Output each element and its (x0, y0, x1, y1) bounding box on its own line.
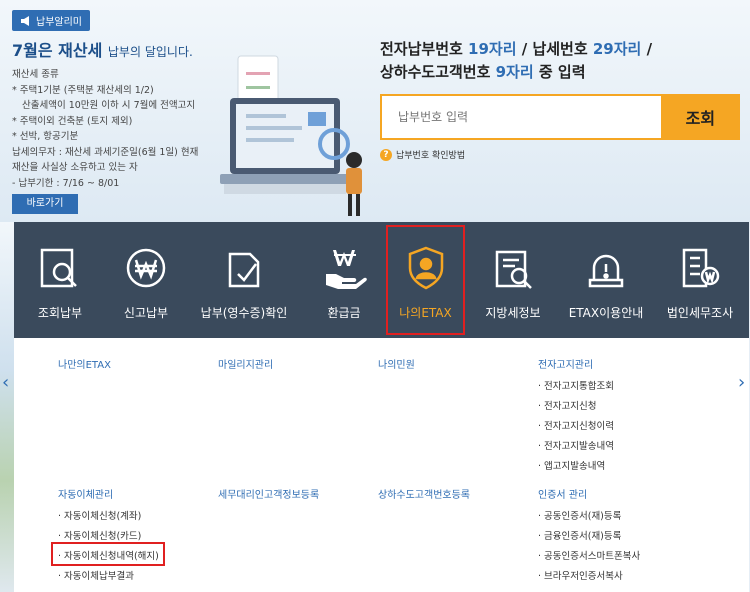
chevron-left-icon[interactable]: ‹ (2, 372, 9, 393)
notice-line: * 선박, 항공기분 (12, 131, 79, 142)
submenu-item[interactable]: · 전자고지신청이력 (538, 417, 614, 437)
siren-icon (588, 254, 624, 288)
submenu-group: 나의민원 (378, 356, 415, 371)
nav-label: 지방세정보 (485, 306, 541, 320)
submenu-group: 자동이체관리 · 자동이체신청(계좌) · 자동이체신청(카드) · 자동이체신… (58, 486, 159, 587)
notice-title-main: 7월은 재산세 (12, 41, 103, 60)
goto-button[interactable]: 바로가기 (12, 194, 78, 214)
notice-badge: 납부알리미 (12, 10, 90, 31)
magnifier-doc-icon (40, 248, 77, 288)
submenu-head[interactable]: 전자고지관리 (538, 356, 614, 371)
notice-badge-label: 납부알리미 (36, 17, 82, 28)
megaphone-icon (21, 15, 29, 26)
my-etax-submenu: 나만의ETAX 마일리지관리 나의민원 전자고지관리 · 전자고지통합조회 · … (14, 338, 749, 592)
nav-item-etax-guide[interactable]: ETAX이용안내 (556, 222, 656, 338)
won-circle-icon (126, 248, 166, 288)
search-row: 조회 (380, 94, 740, 140)
nav-label: 환급금 (327, 306, 361, 320)
title-text: 상하수도고객번호 (380, 63, 496, 81)
nav-item-refund[interactable]: 환급금 (304, 222, 384, 338)
title-number: 29자리 (592, 40, 642, 58)
submenu-item[interactable]: · 전자고지신청 (538, 397, 614, 417)
submenu-head[interactable]: 나의민원 (378, 356, 415, 371)
submenu-group: 전자고지관리 · 전자고지통합조회 · 전자고지신청 · 전자고지신청이력 · … (538, 356, 614, 477)
title-number: 19자리 (468, 40, 517, 58)
highlight-box (51, 542, 165, 566)
active-highlight-box (386, 225, 465, 335)
question-icon: ? (380, 148, 392, 161)
chevron-right-icon[interactable]: › (738, 372, 745, 393)
submenu-group: 세무대리인고객정보등록 (218, 486, 319, 501)
notice-text: 재산세 종류 * 주택1기분 (주택분 재산세의 1/2) 산출세액이 10만원… (12, 67, 227, 191)
submenu-list: · 공동인증서(재)등록 · 금융인증서(재)등록 · 공동인증서스마트폰복사 … (538, 507, 640, 587)
submenu-item[interactable]: · 자동이체신청(계좌) (58, 507, 159, 527)
hand-won-icon (326, 250, 367, 289)
submenu-item[interactable]: · 금융인증서(재)등록 (538, 527, 640, 547)
submenu-head[interactable]: 인증서 관리 (538, 486, 640, 501)
nav-label: 조회납부 (37, 306, 83, 320)
title-text: 전자납부번호 (380, 40, 469, 58)
notice-line: 재산세 종류 (12, 69, 59, 80)
nav-label: 납부(영수증)확인 (200, 306, 288, 320)
title-text: 중 입력 (533, 63, 586, 81)
payment-number-input[interactable] (380, 94, 661, 140)
notice-title: 7월은 재산세 납부의 달입니다. (12, 37, 227, 61)
nav-label: 신고납부 (123, 306, 169, 320)
nav-item-lookup-pay[interactable]: 조회납부 (20, 222, 100, 338)
left-background-strip (0, 222, 14, 592)
submenu-head[interactable]: 상하수도고객번호등록 (378, 486, 470, 501)
submenu-item[interactable]: · 공동인증서스마트폰복사 (538, 547, 640, 567)
title-text: / 납세번호 (516, 40, 593, 58)
notice-line: * 주택이외 건축분 (토지 제외) (12, 115, 133, 127)
nav-label: ETAX이용안내 (568, 306, 644, 320)
notice-line: * 주택1기분 (주택분 재산세의 1/2) (12, 84, 154, 96)
notice-line: 재산을 사실상 소유하고 있는 자 (12, 162, 138, 173)
doc-search-icon (495, 250, 532, 289)
submenu-item[interactable]: · 브라우저인증서복사 (538, 567, 640, 587)
nav-item-receipt-check[interactable]: 납부(영수증)확인 (188, 222, 300, 338)
building-won-icon (682, 248, 720, 288)
nav-item-report-pay[interactable]: 신고납부 (106, 222, 186, 338)
payment-title: 전자납부번호 19자리 / 납세번호 29자리 / 상하수도고객번호 9자리 중… (380, 38, 740, 84)
nav-item-local-tax-info[interactable]: 지방세정보 (470, 222, 556, 338)
submenu-list: · 전자고지통합조회 · 전자고지신청 · 전자고지신청이력 · 전자고지발송내… (538, 377, 614, 477)
submenu-item[interactable]: · 자동이체납부결과 (58, 567, 159, 587)
nav-item-corporate-audit[interactable]: 법인세무조사 (652, 222, 748, 338)
notice-line: 납세의무자 : 재산세 과세기준일(6월 1일) 현재 (12, 146, 199, 158)
submenu-item[interactable]: · 전자고지통합조회 (538, 377, 614, 397)
submenu-item[interactable]: · 전자고지발송내역 (538, 437, 614, 457)
search-button[interactable]: 조회 (660, 94, 740, 140)
submenu-head[interactable]: 자동이체관리 (58, 486, 159, 501)
notice-title-sub: 납부의 달입니다. (107, 45, 193, 59)
submenu-group: 인증서 관리 · 공동인증서(재)등록 · 금융인증서(재)등록 · 공동인증서… (538, 486, 640, 587)
submenu-item[interactable]: · 공동인증서(재)등록 (538, 507, 640, 527)
payment-notice: 납부알리미 7월은 재산세 납부의 달입니다. 재산세 종류 * 주택1기분 (… (12, 10, 227, 191)
notice-line: - 납부기한 : 7/16 ~ 8/01 (12, 177, 120, 189)
submenu-head[interactable]: 나만의ETAX (58, 356, 111, 371)
nav-label: 법인세무조사 (666, 306, 734, 320)
submenu-group: 나만의ETAX (58, 356, 111, 371)
help-link-label: 납부번호 확인방법 (396, 151, 466, 161)
submenu-head[interactable]: 세무대리인고객정보등록 (218, 486, 319, 501)
submenu-group: 마일리지관리 (218, 356, 273, 371)
notice-line: 산출세액이 10만원 이하 시 7월에 전액고지 (22, 100, 196, 111)
title-text: / (641, 40, 653, 58)
submenu-head[interactable]: 마일리지관리 (218, 356, 273, 371)
submenu-group: 상하수도고객번호등록 (378, 486, 470, 501)
submenu-item[interactable]: · 앱고지발송내역 (538, 457, 614, 477)
main-nav: 조회납부 신고납부 납부(영수증)확인 환급금 나의ETAX 지방세정보 ETA… (14, 222, 749, 338)
laptop-illustration (220, 55, 362, 216)
payment-search-area: 전자납부번호 19자리 / 납세번호 29자리 / 상하수도고객번호 9자리 중… (380, 38, 740, 161)
title-number: 9자리 (495, 63, 534, 81)
doc-check-icon (228, 252, 260, 288)
help-link[interactable]: ? 납부번호 확인방법 (380, 148, 740, 161)
